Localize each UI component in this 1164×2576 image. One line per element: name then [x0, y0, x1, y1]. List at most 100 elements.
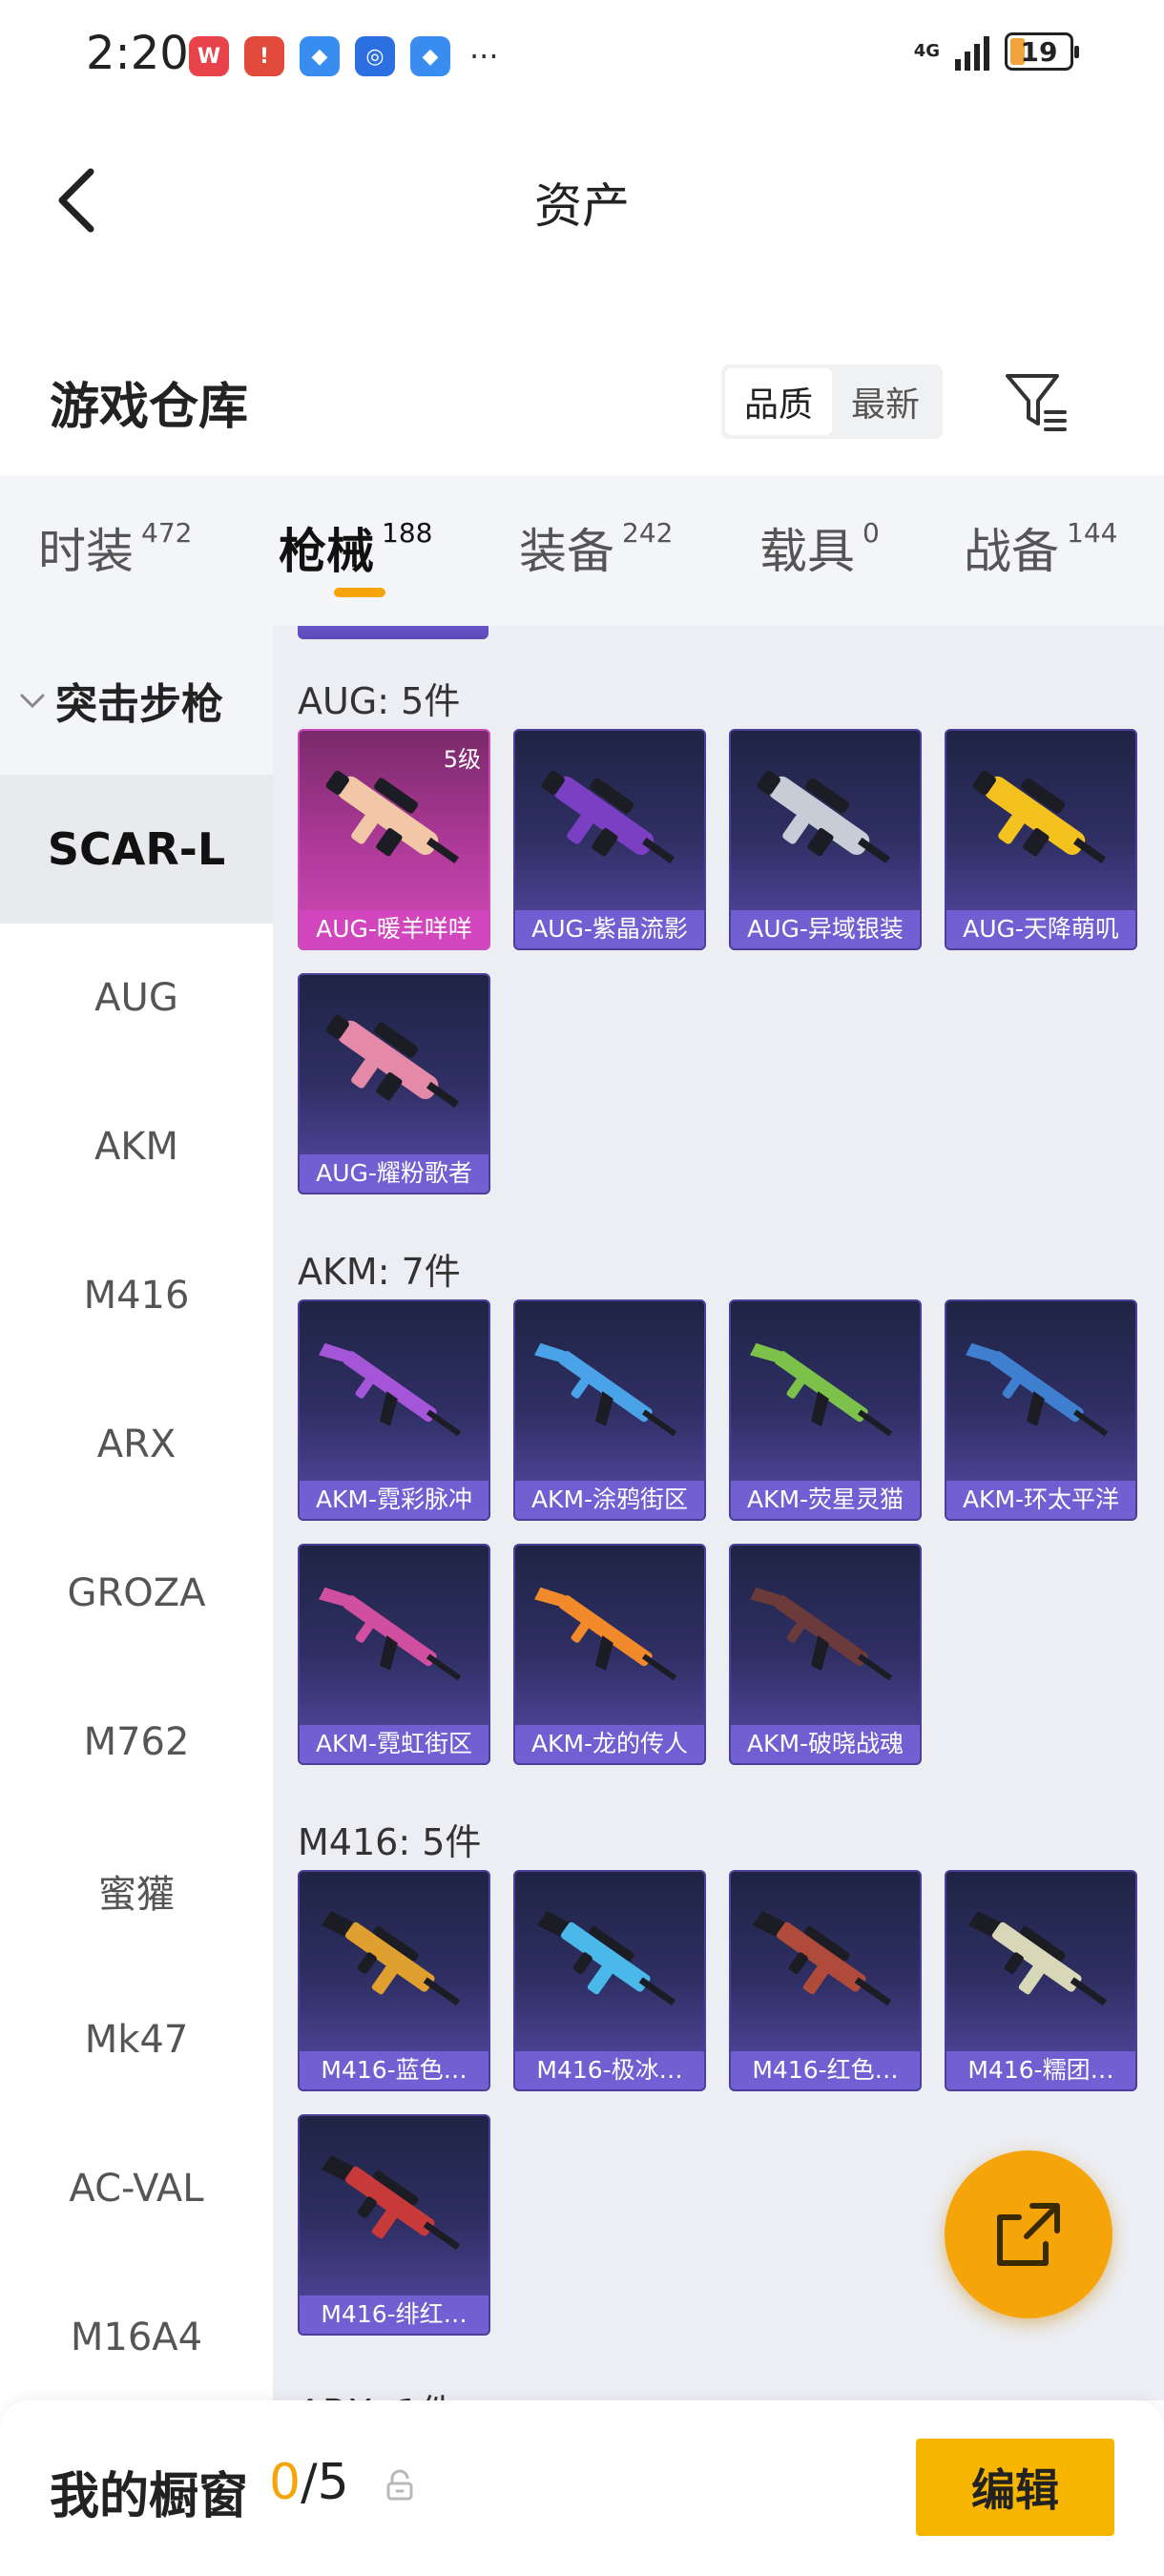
- status-bar: 2:20 W! ◆ ◎ ◆ ··· 4G 19: [0, 0, 1164, 114]
- akm-rifle-icon: [750, 1587, 893, 1681]
- notification-app-icon: !: [244, 36, 284, 76]
- weapon-card-name: AKM-霓彩脉冲: [300, 1481, 488, 1519]
- weapon-card[interactable]: AKM-环太平洋: [945, 1299, 1137, 1521]
- tips-app-icon: ◎: [355, 36, 395, 76]
- sidebar-item-ac-val[interactable]: AC-VAL: [0, 2114, 273, 2263]
- section-title: AUG: 5件: [298, 680, 461, 722]
- weapon-card[interactable]: AKM-荧星灵猫: [729, 1299, 922, 1521]
- sidebar-item-akm[interactable]: AKM: [0, 1072, 273, 1221]
- sidebar-item-arx[interactable]: ARX: [0, 1370, 273, 1519]
- weapon-card[interactable]: AKM-龙的传人: [513, 1544, 706, 1765]
- sidebar-item-m16a4[interactable]: M16A4: [0, 2263, 273, 2412]
- weapon-card-name: M416-绯红…: [300, 2296, 488, 2334]
- weapon-card-name: M416-糯团…: [946, 2051, 1135, 2089]
- section-title: AKM: 7件: [298, 1251, 461, 1293]
- weapon-card-name: AKM-霓虹街区: [300, 1725, 488, 1763]
- sidebar-item-mk47[interactable]: Mk47: [0, 1965, 273, 2114]
- tab-equipment[interactable]: 装备 242: [519, 513, 673, 582]
- m416-rifle-icon: [321, 1911, 461, 2006]
- sidebar-group-assault-rifles[interactable]: 突击步枪: [0, 626, 273, 775]
- weapon-card[interactable]: AUG-异域银装: [729, 729, 922, 950]
- weapon-card-name: AUG-异域银装: [731, 910, 920, 948]
- tab-vehicles[interactable]: 载具 0: [759, 513, 880, 582]
- weapon-card[interactable]: AKM-涂鸦街区: [513, 1299, 706, 1521]
- weapon-card-name: M416-极冰…: [515, 2051, 704, 2089]
- weapon-card[interactable]: AKM-破晓战魂: [729, 1544, 922, 1765]
- sidebar-item-groza[interactable]: GROZA: [0, 1519, 273, 1668]
- sidebar-item-m762[interactable]: M762: [0, 1668, 273, 1817]
- weapon-card-name: M416-蓝色…: [300, 2051, 488, 2089]
- weapon-card[interactable]: M416-绯红…: [298, 2114, 490, 2336]
- weapon-card[interactable]: AUG-天降萌叽: [945, 729, 1137, 950]
- weapon-card[interactable]: AKM-霓彩脉冲: [298, 1299, 490, 1521]
- share-button[interactable]: [945, 2150, 1112, 2318]
- filter-button[interactable]: [1002, 368, 1069, 435]
- aug-rifle-icon: [972, 770, 1107, 864]
- grade-badge: 5级: [443, 746, 481, 773]
- sidebar-item-m416[interactable]: M416: [0, 1221, 273, 1370]
- weapon-card[interactable]: 5级 AUG-暖羊咩咩: [298, 729, 490, 950]
- weapon-card[interactable]: M416-蓝色…: [298, 1870, 490, 2091]
- weapon-card[interactable]: AKM-霓虹街区: [298, 1544, 490, 1765]
- weapon-card[interactable]: AUG-紫晶流影: [513, 729, 706, 950]
- weapon-card[interactable]: AUG-耀粉歌者: [298, 973, 490, 1195]
- sort-newest-button[interactable]: 最新: [832, 368, 939, 435]
- showcase-count: 0/5: [269, 2454, 349, 2511]
- weapon-card-name: AKM-龙的传人: [515, 1725, 704, 1763]
- showcase-total: /5: [301, 2454, 349, 2511]
- weapon-card[interactable]: M416-极冰…: [513, 1870, 706, 2091]
- sort-quality-button[interactable]: 品质: [725, 368, 832, 435]
- chevron-down-icon: [19, 684, 46, 717]
- weapon-card-name: AKM-环太平洋: [946, 1481, 1135, 1519]
- status-app-icons: W! ◆ ◎ ◆ ···: [189, 36, 499, 76]
- m416-rifle-icon: [967, 1911, 1108, 2006]
- tab-label: 战备: [964, 524, 1059, 579]
- weapon-card-name: AUG-暖羊咩咩: [300, 910, 488, 948]
- sidebar-item--[interactable]: 蜜獾: [0, 1817, 273, 1965]
- weapon-card-name: AUG-耀粉歌者: [300, 1154, 488, 1193]
- aug-rifle-icon: [757, 770, 891, 864]
- lock-icon: [386, 2469, 413, 2501]
- edit-button[interactable]: 编辑: [916, 2439, 1114, 2536]
- tab-count: 242: [622, 517, 674, 549]
- category-tabs: 时装 472 枪械 188 装备 242 载具 0 战备 144: [0, 475, 1164, 626]
- tab-count: 472: [141, 517, 193, 549]
- browser-app-icon-2: ◆: [410, 36, 450, 76]
- tab-count: 188: [382, 517, 433, 549]
- sidebar-item-aug[interactable]: AUG: [0, 924, 273, 1072]
- weapon-sidebar: 突击步枪 SCAR-L AUG AKM M416 ARX GROZA M762 蜜獾 Mk47 A…: [0, 626, 273, 2412]
- section-title: ARX: 1件: [298, 2383, 456, 2400]
- tab-fashion[interactable]: 时装 472: [38, 513, 192, 582]
- section-title: M416: 5件: [298, 1821, 482, 1863]
- tab-count: 0: [863, 517, 880, 549]
- tab-supplies[interactable]: 战备 144: [964, 513, 1117, 582]
- weapon-card[interactable]: M416-红色…: [729, 1870, 922, 2091]
- signal-icon: [955, 32, 989, 71]
- huawei-app-icon: W: [189, 36, 229, 76]
- showcase-current: 0: [269, 2454, 301, 2511]
- weapon-card[interactable]: M416-糯团…: [945, 1870, 1137, 2091]
- akm-rifle-icon: [534, 1587, 677, 1681]
- tab-firearms[interactable]: 枪械 188: [279, 513, 432, 582]
- sort-toggle: 品质 最新: [721, 364, 943, 439]
- battery-level: 19: [1020, 35, 1058, 68]
- weapon-card-name: AUG-天降萌叽: [946, 910, 1135, 948]
- aug-rifle-icon: [325, 1014, 460, 1109]
- weapon-grid: AUG: 5件 5级 AUG-暖羊咩咩 AUG-紫晶流影 AUG-异域银装 AU…: [273, 626, 1164, 2400]
- weapon-card-name: AKM-破晓战魂: [731, 1725, 920, 1763]
- m416-rifle-icon: [321, 2155, 461, 2251]
- weapon-card-name: M416-红色…: [731, 2051, 920, 2089]
- akm-rifle-icon: [319, 1587, 462, 1681]
- more-notifications-icon: ···: [469, 38, 499, 74]
- akm-rifle-icon: [319, 1342, 462, 1437]
- page-title: 资产: [534, 178, 630, 234]
- akm-rifle-icon: [966, 1342, 1109, 1437]
- akm-rifle-icon: [750, 1342, 893, 1437]
- active-tab-indicator: [334, 588, 385, 597]
- status-time: 2:20: [86, 27, 189, 80]
- sidebar-item-scar-l[interactable]: SCAR-L: [0, 775, 273, 924]
- warehouse-title: 游戏仓库: [50, 379, 249, 436]
- m416-rifle-icon: [536, 1911, 676, 2006]
- weapon-card-name: AUG-紫晶流影: [515, 910, 704, 948]
- akm-rifle-icon: [534, 1342, 677, 1437]
